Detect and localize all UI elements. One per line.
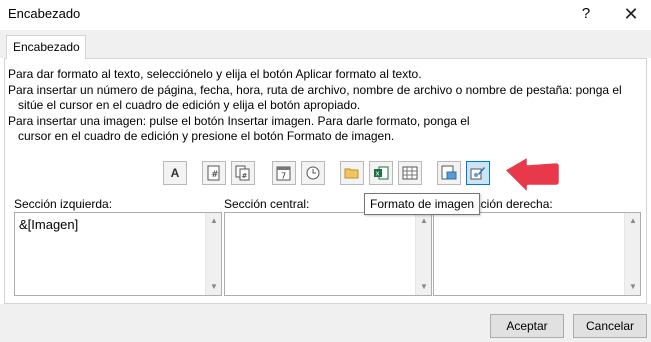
- folder-icon: [344, 168, 359, 179]
- instruction-line-3: sitúe el cursor en el cuadro de edición …: [18, 98, 361, 112]
- close-button[interactable]: ✕: [618, 2, 644, 26]
- insert-picture-button[interactable]: [437, 161, 461, 185]
- insert-picture-icon: [441, 165, 457, 180]
- left-section-label: Sección izquierda:: [14, 197, 113, 211]
- page-number-icon: #: [207, 165, 220, 181]
- window-title: Encabezado: [8, 6, 81, 21]
- svg-text:7: 7: [281, 172, 286, 181]
- number-of-pages-button[interactable]: #: [231, 161, 255, 185]
- accept-button[interactable]: Aceptar: [490, 314, 564, 338]
- scroll-up-icon[interactable]: ▲: [209, 217, 219, 225]
- scroll-down-icon[interactable]: ▼: [419, 283, 429, 291]
- center-section-editor[interactable]: ▲ ▼: [224, 212, 432, 296]
- format-picture-button[interactable]: [466, 161, 490, 185]
- left-section-editor[interactable]: &[Imagen] ▲ ▼: [14, 212, 222, 296]
- file-path-button[interactable]: [340, 161, 364, 185]
- format-text-button[interactable]: A: [163, 161, 187, 185]
- help-button[interactable]: ?: [575, 3, 597, 25]
- instruction-line-4: Para insertar una imagen: pulse el botón…: [8, 114, 470, 128]
- excel-file-icon: x: [374, 166, 389, 180]
- time-icon: [306, 166, 320, 180]
- svg-text:x: x: [376, 170, 380, 178]
- time-button[interactable]: [301, 161, 325, 185]
- instruction-line-5: cursor en el cuadro de edición y presion…: [18, 129, 395, 143]
- title-bar: Encabezado ? ✕: [0, 0, 651, 30]
- cancel-button[interactable]: Cancelar: [573, 314, 647, 338]
- svg-text:#: #: [211, 170, 219, 180]
- instruction-line-1: Para dar formato al texto, selecciónelo …: [8, 67, 422, 81]
- right-section-scrollbar[interactable]: ▲ ▼: [624, 213, 640, 295]
- center-section-label: Sección central:: [224, 197, 310, 211]
- file-name-button[interactable]: x: [369, 161, 393, 185]
- date-button[interactable]: 7: [272, 161, 296, 185]
- center-section-scrollbar[interactable]: ▲ ▼: [415, 213, 431, 295]
- svg-text:#: #: [242, 172, 248, 180]
- format-picture-icon: [470, 167, 485, 180]
- scroll-up-icon[interactable]: ▲: [628, 217, 638, 225]
- right-section-editor[interactable]: ▲ ▼: [433, 212, 641, 296]
- left-section-scrollbar[interactable]: ▲ ▼: [205, 213, 221, 295]
- left-section-text: &[Imagen]: [19, 217, 79, 232]
- sheet-name-button[interactable]: [398, 161, 422, 185]
- instruction-line-2: Para insertar un número de página, fecha…: [8, 83, 622, 97]
- scroll-down-icon[interactable]: ▼: [628, 283, 638, 291]
- page-number-button[interactable]: #: [202, 161, 226, 185]
- scroll-up-icon[interactable]: ▲: [419, 217, 429, 225]
- number-of-pages-icon: #: [235, 165, 250, 181]
- scroll-down-icon[interactable]: ▼: [209, 283, 219, 291]
- date-icon: 7: [276, 166, 291, 181]
- format-text-icon: A: [170, 166, 180, 180]
- red-arrow-icon: [502, 154, 562, 196]
- format-picture-tooltip: Formato de imagen: [364, 193, 481, 215]
- tab-encabezado[interactable]: Encabezado: [6, 35, 86, 59]
- sheet-grid-icon: [402, 166, 418, 180]
- tab-strip: [0, 30, 651, 58]
